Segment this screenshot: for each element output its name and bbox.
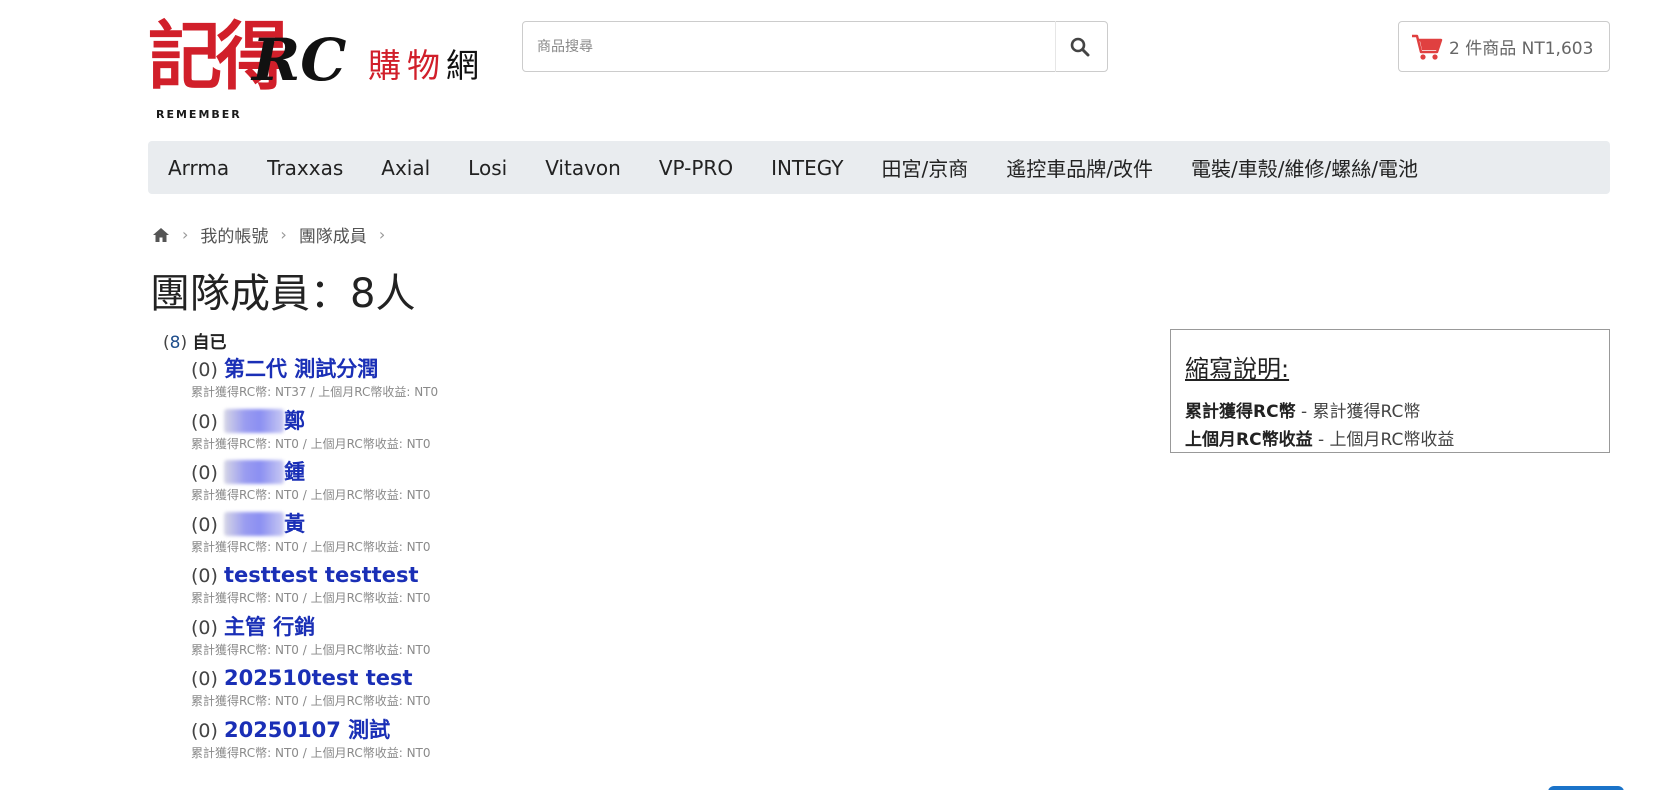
member-count: (0) (191, 719, 218, 742)
member-name-link[interactable]: 第二代 測試分潤 (224, 357, 378, 381)
page-title: 團隊成員：8人 (150, 271, 416, 317)
nav-item-electronics-body-repair[interactable]: 電裝/車殼/維修/螺絲/電池 (1191, 153, 1418, 182)
list-item: (0) testtest testtest 累計獲得RC幣: NT0 / 上個月… (191, 562, 651, 614)
member-stats: 累計獲得RC幣: NT0 / 上個月RC幣收益: NT0 (191, 591, 431, 605)
breadcrumb-team-members[interactable]: 團隊成員 (299, 222, 367, 247)
nav-item-traxxas[interactable]: Traxxas (267, 156, 343, 180)
member-stats: 累計獲得RC幣: NT0 / 上個月RC幣收益: NT0 (191, 539, 431, 554)
legend-term: 上個月RC幣收益 (1185, 430, 1313, 450)
chevron-right-icon: › (378, 225, 386, 244)
legend-desc: - 上個月RC幣收益 (1312, 430, 1455, 450)
nav-item-arrma[interactable]: Arrma (168, 156, 229, 180)
list-item: (0) 黃 累計獲得RC幣: NT0 / 上個月RC幣收益: NT0 (191, 511, 651, 563)
search-input[interactable] (537, 34, 1017, 60)
nav-item-vitavon[interactable]: Vitavon (545, 156, 621, 180)
legend-desc: - 累計獲得RC幣 (1295, 402, 1421, 422)
member-count: (0) (191, 410, 218, 433)
logo-rc: RC (252, 26, 347, 94)
member-name-link[interactable]: 202510test test (224, 666, 413, 690)
member-name-link[interactable]: testtest testtest (224, 563, 419, 587)
member-name-link[interactable]: 鍾 (284, 460, 305, 484)
root-name: 自已 (192, 333, 227, 353)
cart-button[interactable]: 2 件商品 NT1,603 (1398, 21, 1610, 72)
list-item: (0) 20250107 測試 累計獲得RC幣: NT0 / 上個月RC幣收益:… (191, 717, 651, 769)
member-count: (0) (191, 359, 218, 381)
root-count: 8 (169, 333, 181, 353)
member-name-link[interactable]: 主管 行銷 (224, 615, 315, 639)
site-logo[interactable]: 記得 REMEMBER RC 購物網 (148, 20, 488, 121)
chevron-right-icon: › (280, 225, 287, 244)
tree-root: (8) 自已 (163, 332, 227, 354)
member-stats: 累計獲得RC幣: NT0 / 上個月RC幣收益: NT0 (191, 745, 431, 760)
cart-icon (1412, 34, 1443, 60)
search-icon (1070, 37, 1090, 56)
member-count: (0) (191, 565, 218, 587)
main-nav: Arrma Traxxas Axial Losi Vitavon VP-PRO … (148, 141, 1610, 194)
scroll-to-top-button[interactable] (1548, 786, 1624, 790)
nav-item-tamiya-kyosho[interactable]: 田宮/京商 (882, 153, 969, 182)
member-count: (0) (191, 616, 218, 639)
paren: ( (163, 333, 170, 353)
chevron-right-icon: › (182, 225, 189, 244)
paren: ) (180, 333, 188, 353)
redacted-name-blur (223, 460, 284, 484)
member-count: (0) (191, 462, 218, 484)
redacted-name-blur (223, 511, 284, 536)
legend-term: 累計獲得RC幣 (1185, 402, 1296, 422)
team-tree: (8) 自已 (0) 第二代 測試分潤 累計獲得RC幣: NT37 / 上個月R… (163, 332, 438, 760)
logo-shop-red: 購物 (368, 46, 446, 85)
redacted-name-blur (223, 408, 284, 433)
list-item: (0) 主管 行銷 累計獲得RC幣: NT0 / 上個月RC幣收益: NT0 (191, 614, 651, 666)
logo-shop: 購物網 (368, 46, 485, 86)
legend-row: 累計獲得RC幣 - 累計獲得RC幣 (1185, 398, 1595, 426)
breadcrumb: › 我的帳號 › 團隊成員 › (152, 222, 397, 247)
member-list: (0) 第二代 測試分潤 累計獲得RC幣: NT37 / 上個月RC幣收益: N… (191, 356, 651, 768)
member-name-link[interactable]: 鄭 (284, 409, 305, 433)
member-stats: 累計獲得RC幣: NT0 / 上個月RC幣收益: NT0 (191, 642, 431, 657)
nav-item-rc-brands-parts[interactable]: 遙控車品牌/改件 (1006, 153, 1153, 182)
search-button[interactable] (1053, 22, 1107, 71)
list-item: (0) 鍾 累計獲得RC幣: NT0 / 上個月RC幣收益: NT0 (191, 459, 651, 511)
nav-item-axial[interactable]: Axial (381, 156, 430, 180)
cart-summary: 2 件商品 NT1,603 (1449, 39, 1594, 59)
member-stats: 累計獲得RC幣: NT0 / 上個月RC幣收益: NT0 (191, 436, 431, 451)
nav-item-vp-pro[interactable]: VP-PRO (659, 156, 733, 180)
member-name-link[interactable]: 20250107 測試 (224, 718, 390, 742)
member-count: (0) (191, 513, 218, 536)
member-stats: 累計獲得RC幣: NT0 / 上個月RC幣收益: NT0 (191, 488, 431, 502)
member-name-link[interactable]: 黃 (284, 512, 305, 536)
member-count: (0) (191, 668, 218, 690)
list-item: (0) 第二代 測試分潤 累計獲得RC幣: NT37 / 上個月RC幣收益: N… (191, 356, 651, 408)
legend-row: 上個月RC幣收益 - 上個月RC幣收益 (1185, 426, 1595, 454)
search-bar (522, 21, 1108, 72)
logo-shop-black: 網 (446, 46, 485, 85)
legend-title: 縮寫說明: (1185, 355, 1290, 383)
home-icon[interactable] (152, 227, 170, 243)
list-item: (0) 202510test test 累計獲得RC幣: NT0 / 上個月RC… (191, 665, 651, 717)
list-item: (0) 鄭 累計獲得RC幣: NT0 / 上個月RC幣收益: NT0 (191, 408, 651, 460)
logo-subtitle: REMEMBER (156, 108, 242, 121)
nav-item-integy[interactable]: INTEGY (771, 156, 843, 180)
member-stats: 累計獲得RC幣: NT37 / 上個月RC幣收益: NT0 (191, 385, 439, 399)
nav-item-losi[interactable]: Losi (468, 156, 507, 180)
abbreviation-legend: 縮寫說明: 累計獲得RC幣 - 累計獲得RC幣 上個月RC幣收益 - 上個月RC… (1170, 329, 1610, 453)
breadcrumb-my-account[interactable]: 我的帳號 (200, 222, 268, 247)
member-stats: 累計獲得RC幣: NT0 / 上個月RC幣收益: NT0 (191, 694, 431, 708)
